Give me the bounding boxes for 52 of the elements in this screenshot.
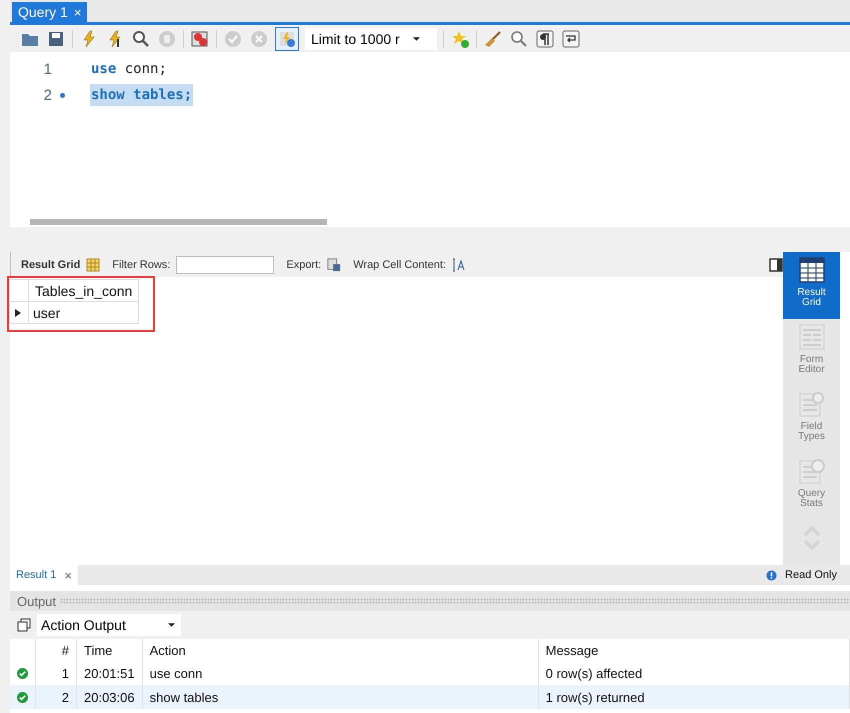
query-tab[interactable]: Query 1 × xyxy=(12,2,88,22)
close-icon[interactable]: × xyxy=(64,568,72,582)
table-cell: user xyxy=(28,302,139,324)
side-panel-tab[interactable]: Result Grid xyxy=(783,252,840,319)
info-icon xyxy=(766,570,778,580)
column-header[interactable]: # xyxy=(36,639,76,661)
wrap-text-icon[interactable] xyxy=(452,258,466,272)
export-label: Export: xyxy=(286,258,322,270)
filter-rows-label: Filter Rows: xyxy=(112,258,170,270)
copy-icon[interactable] xyxy=(17,618,31,632)
export-icon[interactable] xyxy=(327,258,342,272)
table-cell: 1 row(s) returned xyxy=(538,685,850,709)
close-icon[interactable]: × xyxy=(74,4,82,20)
column-header[interactable]: Time xyxy=(76,639,142,661)
side-panel-tab[interactable]: Form Editor xyxy=(783,319,840,386)
result-grid-label: Result Grid xyxy=(20,258,80,270)
side-panel-tab[interactable]: Query Stats xyxy=(783,453,840,520)
scrollbar[interactable] xyxy=(30,219,327,225)
toggle-button[interactable] xyxy=(275,26,299,50)
form-icon xyxy=(798,323,826,351)
line-number: 1 xyxy=(42,60,52,78)
line-number: 2 xyxy=(42,86,52,104)
search-icon[interactable] xyxy=(509,28,529,48)
read-only-label: Read Only xyxy=(785,569,837,581)
wrap-icon[interactable] xyxy=(561,28,581,48)
table-icon xyxy=(798,256,826,284)
table-clock-icon xyxy=(798,457,826,485)
column-header[interactable]: Action xyxy=(142,639,538,661)
side-panel-tab[interactable]: Field Types xyxy=(783,386,840,453)
pilcrow-icon[interactable] xyxy=(535,28,555,48)
table-cell: 20:03:06 xyxy=(76,685,142,709)
output-title: Output xyxy=(17,594,56,608)
panel-toggle-icon[interactable] xyxy=(769,258,783,272)
grid-columns-icon[interactable] xyxy=(86,258,100,272)
table-cell: show tables xyxy=(142,685,538,709)
table-cell: 2 xyxy=(36,685,76,709)
result-tab[interactable]: Result 1 × xyxy=(10,565,78,585)
magnifier-icon[interactable] xyxy=(131,28,151,48)
stop-error-icon[interactable] xyxy=(190,28,210,48)
column-header[interactable]: Tables_in_conn xyxy=(28,280,139,302)
output-type-dropdown[interactable]: Action Output xyxy=(37,614,181,636)
caret-icon xyxy=(168,623,175,627)
filter-rows-field[interactable] xyxy=(176,256,274,274)
code-line: use conn; xyxy=(90,60,168,79)
column-header[interactable]: Message xyxy=(538,639,850,661)
caret-icon xyxy=(413,36,420,40)
check-icon[interactable] xyxy=(223,28,243,48)
star-plus-icon[interactable] xyxy=(450,28,470,48)
limit-dropdown[interactable]: Limit to 1000 r xyxy=(305,28,437,50)
broom-icon[interactable] xyxy=(483,28,503,48)
table-search-icon xyxy=(798,390,826,418)
wrap-cell-content-label: Wrap Cell Content: xyxy=(353,258,446,270)
